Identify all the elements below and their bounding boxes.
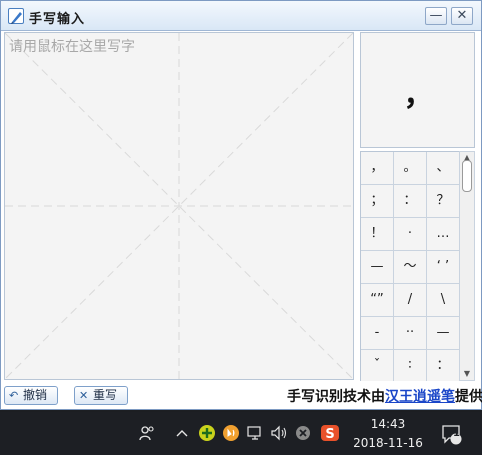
bottom-bar: ↶ 撤销 ✕ 重写 手写识别技术由汉王逍遥笔提供 bbox=[1, 383, 482, 409]
pen-icon bbox=[8, 8, 24, 24]
security-plus-icon[interactable] bbox=[198, 424, 216, 446]
credit-link[interactable]: 汉王逍遥笔 bbox=[385, 389, 455, 405]
candidate-preview[interactable]: ， bbox=[360, 32, 475, 148]
people-icon[interactable] bbox=[138, 424, 156, 446]
credit-suffix: 提供 bbox=[455, 389, 482, 405]
scroll-thumb[interactable] bbox=[462, 160, 472, 192]
minimize-button[interactable]: — bbox=[425, 7, 447, 25]
symbol-cell[interactable]: … bbox=[427, 218, 459, 251]
candidate-character: ， bbox=[403, 78, 434, 113]
sogou-ime-icon[interactable]: S bbox=[320, 424, 340, 446]
disconnected-icon[interactable] bbox=[294, 424, 312, 446]
title-bar[interactable]: 手写输入 — ✕ bbox=[1, 1, 481, 31]
notification-count: 1 bbox=[453, 428, 460, 439]
handwriting-input-window: 手写输入 — ✕ 请用鼠标在这里写字 ， ， 。 、 ； ： ？ ！ · … —… bbox=[0, 0, 482, 410]
symbol-cell[interactable]: 、 bbox=[427, 152, 459, 185]
symbol-cell[interactable]: ？ bbox=[427, 185, 459, 218]
credit-prefix: 手写识别技术由 bbox=[287, 389, 385, 405]
symbol-cell[interactable]: — bbox=[361, 251, 394, 284]
symbol-cell[interactable]: ‘ ’ bbox=[427, 251, 459, 284]
symbol-grid: ， 。 、 ； ： ？ ！ · … — ～ ‘ ’ “” / \ - ·· — … bbox=[360, 151, 459, 381]
undo-label: 撤销 bbox=[23, 388, 48, 402]
chevron-up-icon[interactable] bbox=[176, 426, 188, 442]
symbol-cell[interactable]: “” bbox=[361, 284, 394, 317]
writing-pad[interactable]: 请用鼠标在这里写字 bbox=[4, 32, 354, 380]
symbol-cell[interactable]: / bbox=[394, 284, 427, 317]
volume-icon[interactable] bbox=[270, 424, 288, 446]
symbol-cell[interactable]: — bbox=[427, 317, 459, 350]
symbol-cell[interactable]: ： bbox=[394, 185, 427, 218]
symbol-cell[interactable]: - bbox=[361, 317, 394, 350]
symbol-scrollbar[interactable]: ▲ ▼ bbox=[459, 151, 475, 381]
svg-text:S: S bbox=[325, 427, 334, 442]
network-icon[interactable] bbox=[246, 424, 264, 446]
audio-app-icon[interactable] bbox=[222, 424, 240, 446]
symbol-cell[interactable]: ， bbox=[361, 152, 394, 185]
pad-guide-lines bbox=[5, 33, 353, 379]
symbol-cell[interactable]: ！ bbox=[361, 218, 394, 251]
scroll-down-arrow-icon[interactable]: ▼ bbox=[460, 368, 474, 380]
clear-icon: ✕ bbox=[79, 389, 89, 402]
clock-date[interactable]: 2018-11-16 bbox=[352, 436, 424, 450]
symbol-cell[interactable]: ～ bbox=[394, 251, 427, 284]
rewrite-button[interactable]: ✕ 重写 bbox=[74, 386, 128, 405]
symbol-cell[interactable]: ·· bbox=[394, 317, 427, 350]
pad-placeholder: 请用鼠标在这里写字 bbox=[9, 39, 135, 55]
close-button[interactable]: ✕ bbox=[451, 7, 473, 25]
taskbar: S 14:43 2018-11-16 1 bbox=[0, 412, 482, 455]
window-title: 手写输入 bbox=[29, 12, 86, 27]
symbol-cell[interactable]: ； bbox=[361, 185, 394, 218]
notification-center-icon[interactable]: 1 bbox=[440, 422, 464, 450]
undo-button[interactable]: ↶ 撤销 bbox=[4, 386, 58, 405]
rewrite-label: 重写 bbox=[93, 388, 118, 402]
symbol-cell[interactable]: ˇ bbox=[361, 350, 394, 381]
undo-icon: ↶ bbox=[9, 389, 19, 402]
clock-time[interactable]: 14:43 bbox=[352, 417, 424, 431]
symbol-cell[interactable]: 。 bbox=[394, 152, 427, 185]
symbol-cell[interactable]: \ bbox=[427, 284, 459, 317]
credit-text: 手写识别技术由汉王逍遥笔提供 bbox=[287, 386, 482, 406]
symbol-cell[interactable]: · bbox=[394, 218, 427, 251]
symbol-cell[interactable]: ： bbox=[427, 350, 459, 381]
symbol-cell[interactable]: ∶ bbox=[394, 350, 427, 381]
